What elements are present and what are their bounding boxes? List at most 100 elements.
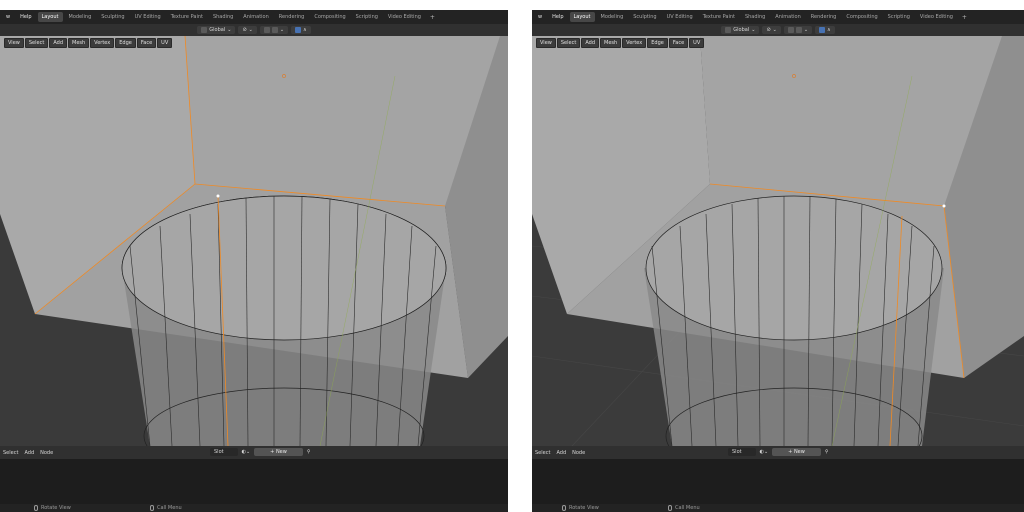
- node-menu-add[interactable]: Add: [24, 450, 34, 456]
- slot-dropdown[interactable]: Slot: [728, 448, 756, 456]
- node-menu-select[interactable]: Select: [535, 450, 550, 456]
- snap-toggle[interactable]: ⌄: [783, 26, 813, 34]
- status-rotate: Rotate View: [562, 505, 599, 511]
- tab-layout[interactable]: Layout: [37, 12, 63, 22]
- tab-rendering[interactable]: Rendering: [275, 12, 309, 22]
- falloff-icon: ∧: [827, 27, 831, 33]
- tab-scripting[interactable]: Scripting: [884, 12, 914, 22]
- viewport-header: Global ⌄ ⊘ ⌄ ⌄ ∧: [532, 24, 1024, 36]
- node-menu-node[interactable]: Node: [572, 450, 585, 456]
- viewport-menu: View Select Add Mesh Vertex Edge Face UV: [4, 38, 173, 48]
- orientation-dropdown[interactable]: Global ⌄: [721, 26, 760, 34]
- pivot-dropdown[interactable]: ⊘ ⌄: [762, 26, 781, 34]
- menu-help[interactable]: Help: [548, 14, 567, 20]
- chevron-down-icon: ⌄: [227, 27, 232, 33]
- menu-window[interactable]: w: [534, 14, 546, 20]
- tab-sculpting[interactable]: Sculpting: [97, 12, 128, 22]
- tab-modeling[interactable]: Modeling: [65, 12, 96, 22]
- menu-face[interactable]: Face: [136, 38, 157, 48]
- status-call-menu: Call Menu: [668, 505, 700, 511]
- orientation-label: Global: [733, 27, 750, 33]
- menu-mesh[interactable]: Mesh: [68, 38, 90, 48]
- node-menu-node[interactable]: Node: [40, 450, 53, 456]
- mouse-icon: [150, 505, 154, 511]
- menu-uv[interactable]: UV: [689, 38, 705, 48]
- mesh-view: [532, 36, 1024, 446]
- pivot-dropdown[interactable]: ⊘ ⌄: [238, 26, 257, 34]
- tab-compositing[interactable]: Compositing: [842, 12, 881, 22]
- right-blender-window: w Help Layout Modeling Sculpting UV Edit…: [532, 10, 1024, 512]
- menu-view[interactable]: View: [536, 38, 556, 48]
- tab-texture-paint[interactable]: Texture Paint: [699, 12, 739, 22]
- status-call-menu-label: Call Menu: [157, 505, 182, 511]
- node-editor-header: Select Add Node Slot ◐⌄ + New ⚲: [532, 446, 1024, 459]
- proportional-toggle[interactable]: ∧: [815, 26, 835, 34]
- status-rotate: Rotate View: [34, 505, 71, 511]
- tab-video-editing[interactable]: Video Editing: [916, 12, 957, 22]
- tab-shading[interactable]: Shading: [741, 12, 769, 22]
- chevron-down-icon: ⌄: [751, 27, 756, 33]
- menu-edge[interactable]: Edge: [115, 38, 136, 48]
- new-material-button[interactable]: + New: [772, 448, 821, 456]
- tab-scripting[interactable]: Scripting: [352, 12, 382, 22]
- menu-select[interactable]: Select: [24, 38, 49, 48]
- menu-add[interactable]: Add: [49, 38, 67, 48]
- cylinder-top-ring: [645, 195, 943, 341]
- menu-uv[interactable]: UV: [157, 38, 173, 48]
- menu-vertex[interactable]: Vertex: [622, 38, 647, 48]
- menu-view[interactable]: View: [4, 38, 24, 48]
- menu-mesh[interactable]: Mesh: [600, 38, 622, 48]
- tab-rendering[interactable]: Rendering: [807, 12, 841, 22]
- pin-icon[interactable]: ⚲: [825, 449, 829, 455]
- menu-add[interactable]: Add: [581, 38, 599, 48]
- menu-help[interactable]: Help: [16, 14, 35, 20]
- node-menu-select[interactable]: Select: [3, 450, 18, 456]
- orientation-dropdown[interactable]: Global ⌄: [197, 26, 236, 34]
- menu-window[interactable]: w: [2, 14, 14, 20]
- tab-texture-paint[interactable]: Texture Paint: [167, 12, 207, 22]
- tab-modeling[interactable]: Modeling: [597, 12, 628, 22]
- menu-vertex[interactable]: Vertex: [90, 38, 115, 48]
- plus-icon[interactable]: +: [427, 14, 438, 21]
- tab-uv-editing[interactable]: UV Editing: [663, 12, 697, 22]
- tab-animation[interactable]: Animation: [239, 12, 273, 22]
- tab-compositing[interactable]: Compositing: [310, 12, 349, 22]
- orientation-label: Global: [209, 27, 226, 33]
- snap-target-icon: [271, 27, 278, 33]
- material-sphere-icon[interactable]: ◐⌄: [760, 449, 769, 455]
- viewport-header: Global ⌄ ⊘ ⌄ ⌄ ∧: [0, 24, 508, 36]
- chevron-down-icon: ⌄: [279, 27, 285, 33]
- status-rotate-label: Rotate View: [41, 505, 71, 511]
- chevron-down-icon: ⌄: [772, 27, 777, 33]
- tab-uv-editing[interactable]: UV Editing: [131, 12, 165, 22]
- proportional-toggle[interactable]: ∧: [291, 26, 311, 34]
- falloff-icon: ∧: [303, 27, 307, 33]
- new-label: New: [275, 449, 287, 455]
- workspace-topbar: w Help Layout Modeling Sculpting UV Edit…: [0, 10, 508, 24]
- 3d-viewport[interactable]: View Select Add Mesh Vertex Edge Face UV: [532, 36, 1024, 446]
- tab-animation[interactable]: Animation: [771, 12, 805, 22]
- menu-edge[interactable]: Edge: [647, 38, 668, 48]
- status-rotate-label: Rotate View: [569, 505, 599, 511]
- pin-icon[interactable]: ⚲: [307, 449, 311, 455]
- node-menu-add[interactable]: Add: [556, 450, 566, 456]
- menu-face[interactable]: Face: [668, 38, 689, 48]
- viewport-menu: View Select Add Mesh Vertex Edge Face UV: [536, 38, 705, 48]
- new-material-button[interactable]: + New: [254, 448, 303, 456]
- material-slot-controls: Slot ◐⌄ + New ⚲: [728, 448, 829, 456]
- tab-sculpting[interactable]: Sculpting: [629, 12, 660, 22]
- chevron-down-icon: ⌄: [803, 27, 809, 33]
- 3d-viewport[interactable]: View Select Add Mesh Vertex Edge Face UV: [0, 36, 508, 446]
- menu-select[interactable]: Select: [556, 38, 581, 48]
- tab-video-editing[interactable]: Video Editing: [384, 12, 425, 22]
- magnet-icon: [263, 27, 270, 33]
- snap-toggle[interactable]: ⌄: [259, 26, 289, 34]
- chevron-down-icon: ⌄: [248, 27, 253, 33]
- tab-shading[interactable]: Shading: [209, 12, 237, 22]
- tab-layout[interactable]: Layout: [569, 12, 595, 22]
- axis-icon: [201, 27, 208, 33]
- material-sphere-icon[interactable]: ◐⌄: [242, 449, 251, 455]
- plus-icon[interactable]: +: [959, 14, 970, 21]
- status-bar: Rotate View Call Menu: [0, 504, 508, 512]
- slot-dropdown[interactable]: Slot: [210, 448, 238, 456]
